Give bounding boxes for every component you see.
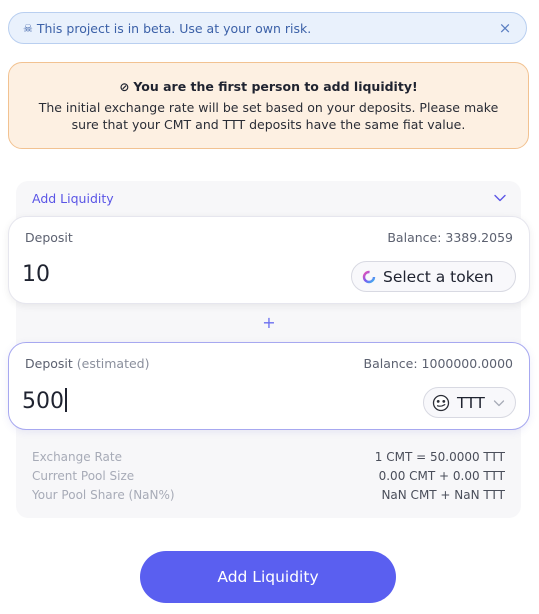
estimated-tag: (estimated)	[76, 356, 150, 371]
notice-title-row: ⊘ You are the first person to add liquid…	[27, 79, 510, 94]
text-caret	[65, 388, 67, 412]
stat-value: NaN CMT + NaN TTT	[381, 488, 505, 502]
amount-input[interactable]: 500	[22, 388, 67, 414]
deposit-card-second: Deposit (estimated) Balance: 1000000.000…	[8, 342, 530, 430]
chevron-down-icon	[493, 399, 505, 406]
stat-row-pool-size: Current Pool Size 0.00 CMT + 0.00 TTT	[32, 469, 505, 488]
amount-input[interactable]: 10	[22, 262, 50, 287]
spinner-icon	[362, 270, 376, 283]
select-token-label: Select a token	[383, 267, 494, 286]
notice-body: The initial exchange rate will be set ba…	[38, 100, 499, 132]
deposit-label-estimated: Deposit (estimated)	[25, 356, 149, 371]
amount-value: 500	[22, 389, 64, 414]
stat-value: 0.00 CMT + 0.00 TTT	[378, 469, 505, 483]
stat-label: Current Pool Size	[32, 469, 135, 483]
beta-banner: ☠ This project is in beta. Use at your o…	[8, 12, 527, 44]
deposit-label: Deposit	[25, 230, 73, 245]
chevron-down-icon[interactable]	[493, 191, 507, 205]
stat-label: Your Pool Share (NaN%)	[32, 488, 175, 502]
select-token-button[interactable]: Select a token	[351, 261, 516, 292]
stat-row-pool-share: Your Pool Share (NaN%) NaN CMT + NaN TTT	[32, 488, 505, 507]
beta-message: ☠ This project is in beta. Use at your o…	[23, 21, 496, 36]
first-liquidity-notice: ⊘ You are the first person to add liquid…	[8, 62, 529, 149]
skull-icon: ☠	[23, 21, 33, 35]
add-liquidity-header[interactable]: Add Liquidity	[16, 181, 521, 215]
pool-stats: Exchange Rate 1 CMT = 50.0000 TTT Curren…	[32, 450, 505, 507]
token-symbol: TTT	[457, 393, 485, 412]
plus-icon: +	[262, 313, 276, 332]
close-icon[interactable]: ×	[496, 19, 514, 37]
wave-icon: ⊘	[119, 79, 130, 94]
deposit-card-first: Deposit Balance: 3389.2059 10 Select a t…	[8, 216, 530, 304]
token-select-button[interactable]: TTT	[423, 387, 516, 418]
stat-row-exchange-rate: Exchange Rate 1 CMT = 50.0000 TTT	[32, 450, 505, 469]
add-liquidity-button[interactable]: Add Liquidity	[140, 551, 396, 603]
beta-text: This project is in beta. Use at your own…	[36, 20, 312, 36]
panel-title: Add Liquidity	[32, 190, 114, 206]
balance-display: Balance: 3389.2059	[387, 230, 513, 245]
smirk-face-icon	[432, 394, 450, 411]
stat-label: Exchange Rate	[32, 450, 122, 464]
deposit-label: Deposit	[25, 356, 73, 371]
notice-title: You are the first person to add liquidit…	[133, 79, 418, 94]
balance-display: Balance: 1000000.0000	[363, 356, 514, 371]
stat-value: 1 CMT = 50.0000 TTT	[374, 450, 505, 464]
